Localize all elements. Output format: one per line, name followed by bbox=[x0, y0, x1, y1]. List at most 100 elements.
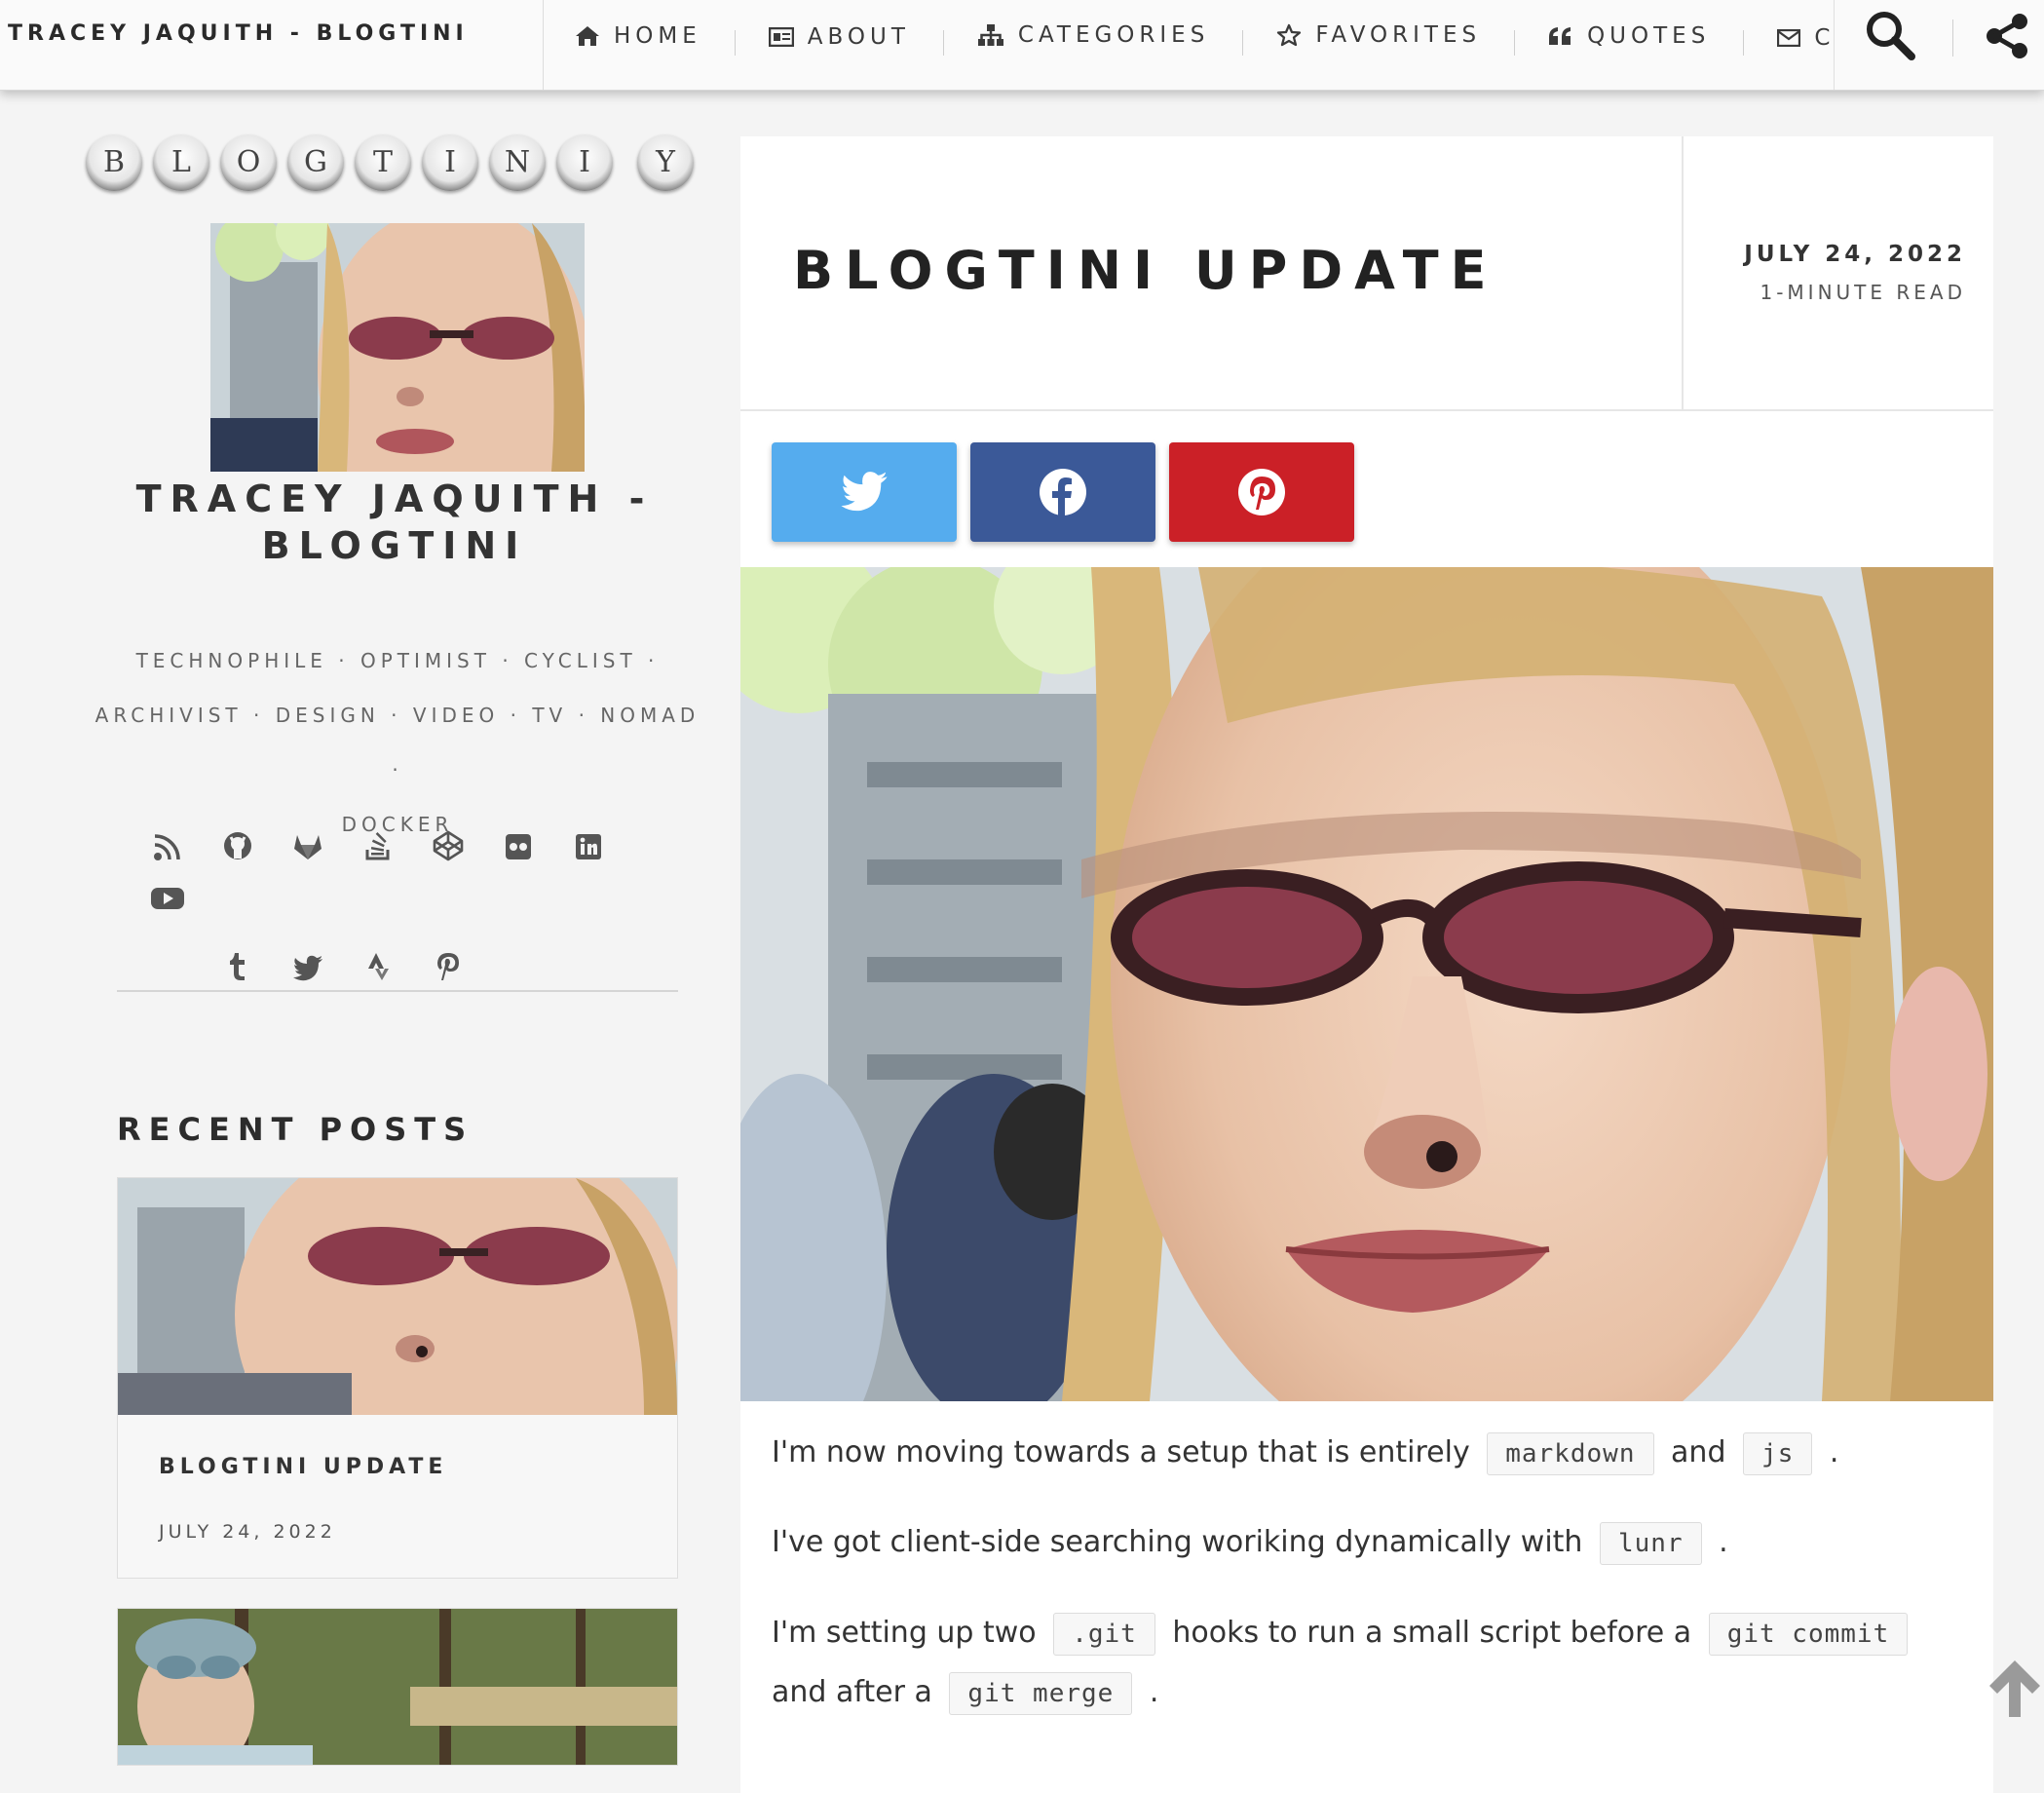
search-button[interactable] bbox=[1863, 8, 1917, 62]
nav-categories[interactable]: CATEGORIES bbox=[977, 0, 1209, 70]
nav-about-label: ABOUT bbox=[807, 24, 910, 50]
inline-code: .git bbox=[1053, 1613, 1155, 1656]
nav-favorites[interactable]: FAVORITES bbox=[1276, 0, 1481, 70]
nav-categories-label: CATEGORIES bbox=[1017, 22, 1210, 48]
youtube-icon bbox=[151, 888, 184, 909]
home-icon bbox=[576, 26, 599, 46]
logo-key: I bbox=[556, 134, 613, 191]
strava-link[interactable] bbox=[343, 943, 413, 996]
rss-link[interactable] bbox=[132, 824, 203, 877]
top-navbar: TRACEY JAQUITH - BLOGTINI HOME ABOUT CAT… bbox=[0, 0, 2044, 91]
nav-about[interactable]: ABOUT bbox=[768, 2, 910, 70]
header-rule bbox=[740, 409, 1993, 411]
post-date: JULY 24, 2022 bbox=[1744, 242, 1966, 267]
nav-quotes-label: QUOTES bbox=[1587, 23, 1711, 49]
avatar-image bbox=[210, 223, 585, 472]
text: I've got client-side searching woriking … bbox=[772, 1525, 1583, 1559]
inline-code: git merge bbox=[949, 1672, 1133, 1715]
share-icon bbox=[1987, 14, 2027, 58]
github-icon bbox=[224, 832, 251, 859]
share-twitter-button[interactable] bbox=[772, 442, 957, 542]
strava-icon bbox=[368, 953, 389, 980]
share-facebook-button[interactable] bbox=[970, 442, 1155, 542]
sitemap-icon bbox=[977, 24, 1003, 46]
logo-key: T bbox=[355, 134, 411, 191]
inline-code: markdown bbox=[1487, 1432, 1654, 1475]
star-icon bbox=[1277, 23, 1302, 47]
twitter-icon bbox=[293, 955, 322, 981]
text: and after a bbox=[772, 1675, 932, 1709]
inline-code: js bbox=[1743, 1432, 1813, 1475]
stack-overflow-link[interactable] bbox=[343, 822, 413, 875]
logo-key: O bbox=[220, 134, 277, 191]
author-name-line-2: BLOGTINI bbox=[261, 524, 528, 567]
author-avatar[interactable] bbox=[210, 223, 585, 472]
twitter-icon bbox=[841, 472, 888, 512]
rss-icon bbox=[154, 834, 180, 860]
recent-post-card[interactable]: BLOGTINI UPDATE JULY 24, 2022 bbox=[117, 1177, 678, 1579]
nav-separator bbox=[734, 29, 736, 56]
linkedin-icon bbox=[576, 834, 601, 859]
gitlab-icon bbox=[294, 835, 322, 859]
text: . bbox=[1829, 1435, 1839, 1469]
social-spacer bbox=[132, 930, 203, 982]
arrow-up-icon bbox=[1989, 1660, 2040, 1717]
nav-separator bbox=[1743, 29, 1745, 56]
article: BLOGTINI UPDATE JULY 24, 2022 1-MINUTE R… bbox=[740, 136, 1993, 1793]
nav-contact[interactable]: C bbox=[1777, 3, 1834, 70]
youtube-link[interactable] bbox=[132, 877, 203, 930]
recent-post-image bbox=[118, 1178, 677, 1415]
linkedin-link[interactable] bbox=[553, 824, 624, 877]
nav-separator bbox=[1514, 29, 1516, 56]
codepen-link[interactable] bbox=[413, 822, 483, 875]
codepen-icon bbox=[433, 830, 464, 861]
header-divider bbox=[1682, 136, 1684, 409]
paragraph: I'm setting up two .git hooks to run a s… bbox=[772, 1604, 1980, 1723]
paragraph: I've got client-side searching woriking … bbox=[772, 1514, 1728, 1572]
share-pinterest-button[interactable] bbox=[1169, 442, 1354, 542]
logo-key: G bbox=[287, 134, 344, 191]
text: hooks to run a small script before a bbox=[1172, 1616, 1692, 1650]
recent-post-title[interactable]: BLOGTINI UPDATE bbox=[159, 1455, 447, 1479]
envelope-icon bbox=[1777, 29, 1801, 47]
nav-home[interactable]: HOME bbox=[575, 1, 701, 70]
recent-post-date: JULY 24, 2022 bbox=[159, 1521, 336, 1543]
logo-key: B bbox=[86, 134, 142, 191]
github-link[interactable] bbox=[203, 822, 273, 875]
nav-quotes[interactable]: QUOTES bbox=[1548, 1, 1710, 70]
hero-image bbox=[740, 567, 1993, 1401]
inline-code: git commit bbox=[1708, 1613, 1909, 1656]
nav-contact-label: C bbox=[1814, 25, 1834, 51]
author-name[interactable]: TRACEY JAQUITH - BLOGTINI bbox=[88, 476, 701, 569]
text: I'm now moving towards a setup that is e… bbox=[772, 1435, 1470, 1469]
post-title[interactable]: BLOGTINI UPDATE bbox=[793, 240, 1498, 301]
author-bio: TECHNOPHILE · OPTIMIST · CYCLIST · ARCHI… bbox=[86, 633, 709, 852]
pinterest-link[interactable] bbox=[413, 943, 483, 996]
back-to-top-button[interactable] bbox=[1986, 1657, 2044, 1721]
recent-posts-title: RECENT POSTS bbox=[117, 1111, 474, 1148]
site-title[interactable]: TRACEY JAQUITH - BLOGTINI bbox=[8, 21, 469, 46]
pinterest-icon bbox=[1238, 469, 1285, 515]
text: I'm setting up two bbox=[772, 1616, 1037, 1650]
main-nav: HOME ABOUT CATEGORIES FAVORITES QUOTES C bbox=[575, 0, 1834, 70]
search-icon bbox=[1867, 12, 1915, 60]
sidebar-divider bbox=[117, 990, 678, 992]
logo-key: L bbox=[153, 134, 209, 191]
flickr-link[interactable] bbox=[483, 824, 553, 877]
share-button[interactable] bbox=[1983, 12, 2031, 60]
nav-home-label: HOME bbox=[614, 23, 701, 49]
tumblr-link[interactable] bbox=[203, 943, 273, 996]
nav-separator bbox=[1242, 29, 1244, 56]
read-time: 1-MINUTE READ bbox=[1760, 281, 1966, 304]
recent-post-image bbox=[118, 1609, 677, 1774]
nav-favorites-label: FAVORITES bbox=[1315, 22, 1482, 48]
flickr-icon bbox=[506, 834, 531, 859]
gitlab-link[interactable] bbox=[273, 824, 343, 877]
nav-separator bbox=[1952, 19, 1953, 57]
blogtini-logo[interactable]: BLOGTINIY bbox=[86, 134, 704, 191]
id-card-icon bbox=[768, 27, 794, 47]
paragraph: I'm now moving towards a setup that is e… bbox=[772, 1425, 1838, 1482]
stack-overflow-icon bbox=[365, 832, 390, 860]
text: and bbox=[1671, 1435, 1726, 1469]
recent-post-card[interactable] bbox=[117, 1608, 678, 1774]
